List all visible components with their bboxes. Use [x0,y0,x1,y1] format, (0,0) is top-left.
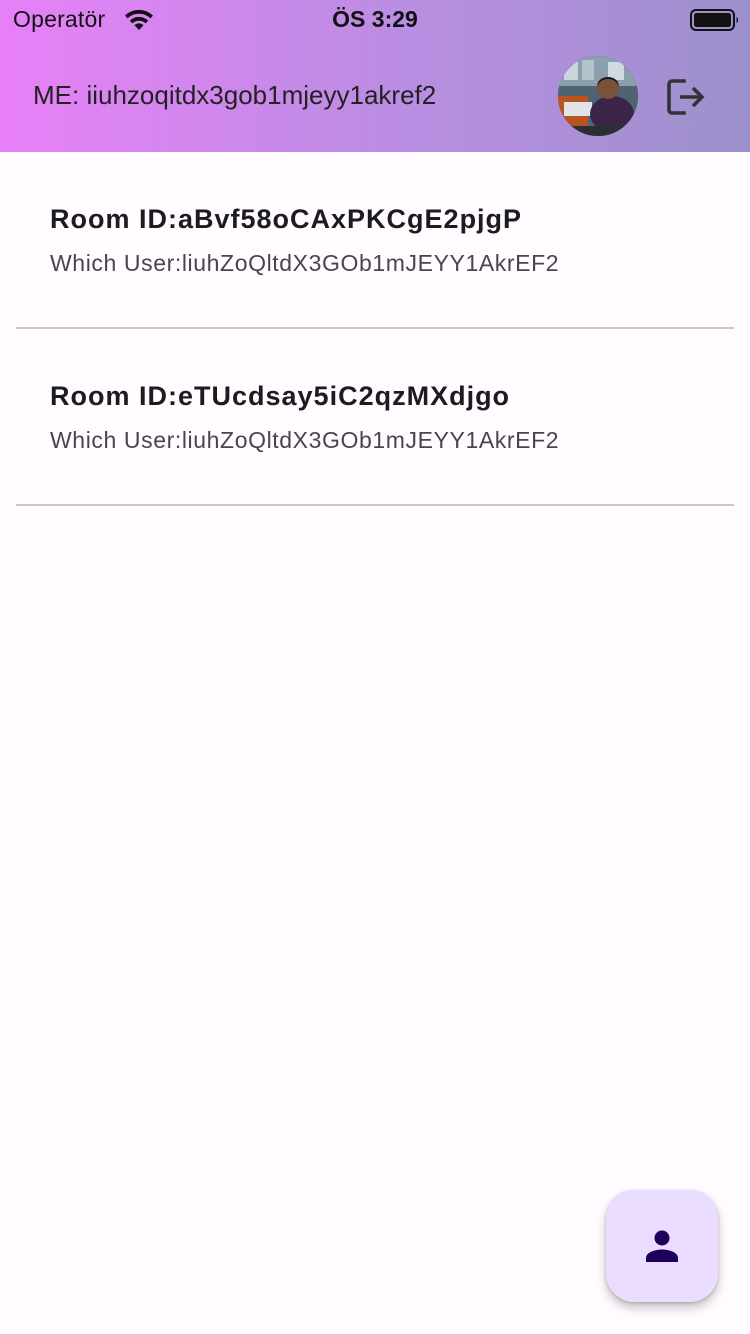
page-title: ME: iiuhzoqitdx3gob1mjeyy1akref2 [33,80,437,110]
avatar[interactable] [558,56,638,136]
room-id-label: Room ID:aBvf58oCAxPKCgE2pjgP [50,204,523,234]
logout-icon[interactable] [662,74,708,120]
add-user-button[interactable] [606,1190,718,1302]
status-bar: Operatör ÖS 3:29 [0,0,750,40]
battery-icon [690,8,740,32]
room-id-label: Room ID:eTUcdsay5iC2qzMXdjgo [50,381,511,411]
which-user-label: Which User:liuhZoQltdX3GOb1mJEYY1AkrEF2 [50,250,560,276]
list-item[interactable]: Room ID:eTUcdsay5iC2qzMXdjgo Which User:… [16,329,734,506]
list-item[interactable]: Room ID:aBvf58oCAxPKCgE2pjgP Which User:… [16,152,734,329]
which-user-label: Which User:liuhZoQltdX3GOb1mJEYY1AkrEF2 [50,427,560,453]
app-bar: Operatör ÖS 3:29 ME: iiuhzoqitdx3gob1mje… [0,0,750,152]
room-list: Room ID:aBvf58oCAxPKCgE2pjgP Which User:… [16,152,734,506]
person-icon [642,1226,682,1266]
status-time: ÖS 3:29 [332,6,418,32]
profile-photo-icon [558,56,638,136]
